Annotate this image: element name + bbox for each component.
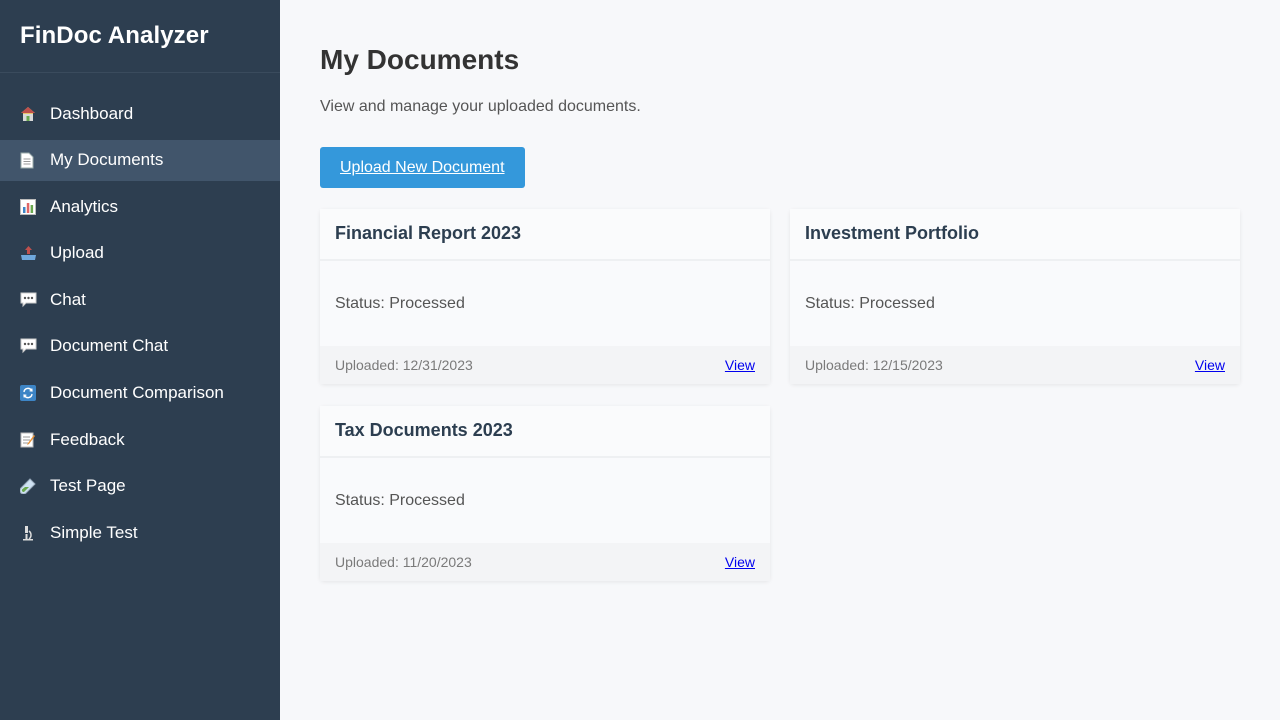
refresh-icon [20,383,50,403]
sidebar-item-document-comparison[interactable]: Document Comparison [0,373,280,414]
speech-bubble-icon [20,336,50,356]
sidebar-item-label: Chat [50,289,86,309]
microscope-icon [20,523,50,543]
sidebar-item-dashboard[interactable]: Dashboard [0,93,280,134]
sidebar-item-upload[interactable]: Upload [0,233,280,274]
sidebar: FinDoc Analyzer Dashboard My Documents A… [0,0,280,720]
document-card-status: Status: Processed [320,261,770,346]
sidebar-item-test-page[interactable]: Test Page [0,466,280,507]
document-card-footer: Uploaded: 11/20/2023 View [320,543,770,581]
document-card: Financial Report 2023 Status: Processed … [320,209,770,384]
house-icon [20,104,50,124]
document-card-footer: Uploaded: 12/15/2023 View [790,346,1240,384]
view-document-link[interactable]: View [725,554,755,570]
bar-chart-icon [20,197,50,217]
sidebar-item-label: Simple Test [50,522,138,542]
document-card-footer: Uploaded: 12/31/2023 View [320,346,770,384]
app: FinDoc Analyzer Dashboard My Documents A… [0,0,1280,720]
document-card-title: Investment Portfolio [790,209,1240,261]
view-document-link[interactable]: View [1195,357,1225,373]
sidebar-item-document-chat[interactable]: Document Chat [0,326,280,367]
document-card-status: Status: Processed [320,458,770,543]
upload-tray-icon [20,243,50,263]
page-title: My Documents [320,44,520,75]
sidebar-item-label: Analytics [50,196,119,216]
app-title: FinDoc Analyzer [0,0,280,73]
document-card-status: Status: Processed [790,261,1240,346]
upload-new-document-button[interactable]: Upload New Document [320,147,525,188]
sidebar-item-my-documents[interactable]: My Documents [0,139,280,181]
sidebar-item-label: Document Chat [50,336,169,356]
document-icon [20,150,50,170]
document-card: Tax Documents 2023 Status: Processed Upl… [320,406,770,581]
speech-bubble-icon [20,290,50,310]
document-card-title: Tax Documents 2023 [320,406,770,458]
document-upload-date: Uploaded: 12/15/2023 [805,357,943,373]
document-upload-date: Uploaded: 11/20/2023 [335,554,472,570]
view-document-link[interactable]: View [725,357,755,373]
sidebar-item-chat[interactable]: Chat [0,279,280,320]
sidebar-item-simple-test[interactable]: Simple Test [0,512,280,553]
document-card-title: Financial Report 2023 [320,209,770,261]
sidebar-item-analytics[interactable]: Analytics [0,186,280,227]
document-upload-date: Uploaded: 12/31/2023 [335,357,473,373]
test-tube-icon [20,476,50,496]
main-content: My Documents View and manage your upload… [280,0,1280,720]
sidebar-item-label: Dashboard [50,103,134,123]
sidebar-item-label: Test Page [50,476,126,496]
sidebar-item-label: My Documents [50,150,164,170]
page-subtitle: View and manage your uploaded documents. [320,98,641,115]
sidebar-item-feedback[interactable]: Feedback [0,419,280,460]
sidebar-item-label: Feedback [50,429,125,449]
sidebar-item-label: Document Comparison [50,383,224,403]
sidebar-item-label: Upload [50,243,104,263]
document-card: Investment Portfolio Status: Processed U… [790,209,1240,384]
memo-icon [20,430,50,450]
sidebar-nav: Dashboard My Documents Analytics Upload [0,73,280,553]
